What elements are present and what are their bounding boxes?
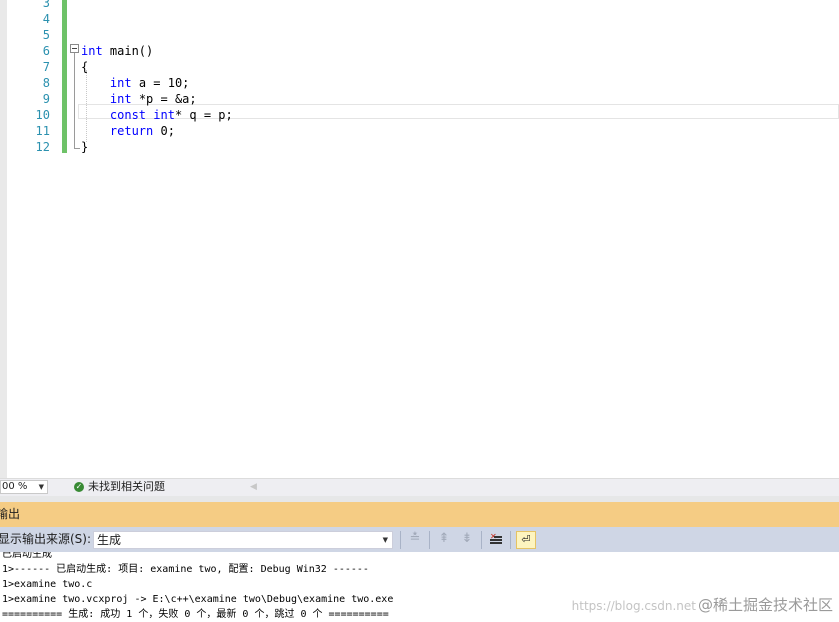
previous-message-icon[interactable]: ⇞ [434, 531, 454, 549]
output-toolbar: 显示输出来源(S): 生成 ▼ ≛ ⇞ ⇟ ✕ ⏎ [0, 527, 839, 552]
output-line: 1>examine two.c [2, 579, 93, 590]
code-line: int main() [81, 43, 153, 59]
chevron-down-icon: ▼ [38, 483, 44, 491]
line-number: 3 [42, 0, 50, 10]
watermark-text: @稀土掘金技术社区 [697, 596, 833, 614]
code-token: main() [102, 44, 154, 58]
scroll-left-icon[interactable]: ◀ [250, 479, 257, 495]
code-line: int a = 10; [81, 75, 189, 91]
word-wrap-toggle-icon[interactable]: ⏎ [516, 531, 536, 549]
code-token: } [81, 140, 89, 154]
change-tracking-bar [62, 0, 67, 153]
collapse-outline-icon[interactable] [70, 44, 79, 53]
line-number-gutter: 3 4 5 6 7 8 9 10 11 12 [7, 0, 62, 478]
editor-left-margin [0, 0, 7, 478]
check-circle-icon: ✓ [74, 482, 84, 492]
code-line: int *p = &a; [81, 91, 197, 107]
toolbar-separator [400, 531, 401, 549]
output-panel-title-bar[interactable]: 输出 [0, 502, 839, 527]
chevron-down-icon: ▼ [382, 536, 388, 544]
find-message-in-code-icon[interactable]: ≛ [405, 531, 425, 549]
output-source-dropdown[interactable]: 生成 ▼ [93, 531, 393, 549]
keyword-token: const [109, 108, 147, 122]
line-number: 6 [42, 44, 50, 58]
code-editor[interactable]: 3 4 5 6 7 8 9 10 11 12 int main(){ int a = 10; in… [0, 0, 839, 478]
code-line: return 0; [81, 123, 175, 139]
output-line: 已启动生成 [2, 552, 52, 560]
line-number: 4 [42, 12, 50, 26]
code-line: const int* q = p; [81, 107, 233, 123]
watermark: https://blog.csdn.net @稀土掘金技术社区 [572, 594, 833, 615]
outline-guide-end [74, 148, 80, 149]
line-number: 7 [42, 60, 50, 74]
issues-indicator[interactable]: ✓ 未找到相关问题 [74, 480, 165, 494]
toolbar-separator [510, 531, 511, 549]
output-source-label: 显示输出来源(S): [0, 532, 92, 546]
output-text-area[interactable]: ========== 生成: 成功 1 个，失败 0 个，最新 0 个，跳过 0… [0, 552, 839, 622]
code-token: a = 10; [131, 76, 190, 90]
code-token: 0; [153, 124, 175, 138]
output-line: 1>examine two.vcxproj -> E:\c++\examine … [2, 594, 394, 605]
line-number: 11 [35, 124, 50, 138]
code-token: * q = p; [174, 108, 233, 122]
editor-status-bar: 00 % ▼ ✓ 未找到相关问题 ◀ [0, 478, 839, 496]
line-number: 8 [42, 76, 50, 90]
clear-all-icon[interactable]: ✕ [486, 531, 506, 549]
output-panel-title: 输出 [0, 507, 21, 521]
output-line: 1>------ 已启动生成: 项目: examine two, 配置: Deb… [2, 564, 369, 575]
code-line: { [81, 59, 88, 75]
code-line: } [81, 139, 88, 155]
zoom-value: 00 % [2, 481, 28, 492]
issues-text: 未找到相关问题 [88, 480, 165, 493]
line-number: 9 [42, 92, 50, 106]
next-message-icon[interactable]: ⇟ [457, 531, 477, 549]
outline-guide [74, 53, 75, 149]
output-line: ========== 生成: 成功 1 个，失败 0 个，最新 0 个，跳过 0… [2, 609, 389, 620]
line-number: 5 [42, 28, 50, 42]
keyword-token: int [81, 44, 103, 58]
toolbar-separator [481, 531, 482, 549]
keyword-token: int [153, 108, 175, 122]
output-source-value: 生成 [97, 533, 122, 547]
code-token: { [81, 60, 89, 74]
keyword-token: int [109, 76, 132, 90]
keyword-token: return [109, 124, 154, 138]
keyword-token: int [109, 92, 132, 106]
line-number: 10 [35, 108, 50, 122]
watermark-url: https://blog.csdn.net [571, 599, 696, 613]
code-token: *p = &a; [131, 92, 197, 106]
zoom-dropdown[interactable]: 00 % ▼ [0, 480, 48, 494]
line-number: 12 [35, 140, 50, 154]
toolbar-separator [429, 531, 430, 549]
